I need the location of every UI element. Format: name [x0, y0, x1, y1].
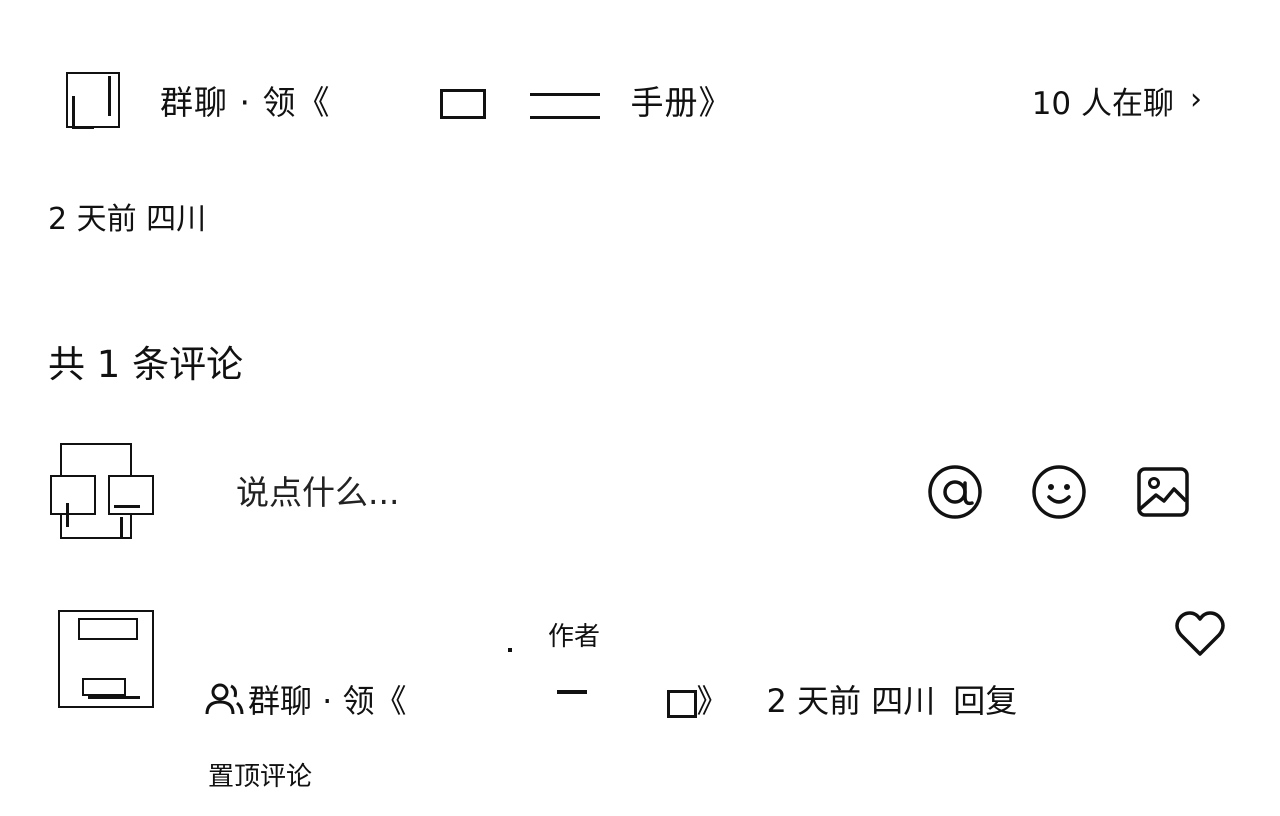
group-chat-title: 群聊 · 领《 手册》: [160, 76, 732, 124]
at-icon[interactable]: [926, 463, 984, 521]
commenter-avatar[interactable]: [48, 604, 156, 714]
comment-group-prefix[interactable]: 群聊 · 领《: [248, 676, 407, 722]
redacted-text: [330, 85, 631, 119]
group-title-suffix: 手册》: [630, 83, 733, 122]
group-chat-entry[interactable]: 群聊 · 领《 手册》 10 人在聊 ›: [52, 62, 1202, 138]
pinned-label: 置顶评论: [208, 762, 313, 792]
member-count[interactable]: 10 人在聊 ›: [1032, 78, 1202, 123]
comment-input-row: [48, 436, 1198, 548]
post-time-location: 2 天前 四川: [48, 202, 207, 237]
commenter-name[interactable]: [208, 614, 528, 652]
redacted-text: [406, 684, 697, 718]
comment-time-location: 2 天前 四川: [766, 682, 936, 720]
comment-tools: [926, 463, 1192, 521]
member-count-label: 10 人在聊: [1031, 85, 1174, 122]
user-icon: [204, 681, 244, 717]
comment-body: 群聊 · 领《 》 2 天前 四川 回复: [204, 676, 1017, 722]
comment-item: 作者 群聊 · 领《 》 2 天前 四川 回复 置顶评论: [48, 604, 1234, 804]
chevron-right-icon: ›: [1190, 82, 1202, 117]
image-icon[interactable]: [1134, 463, 1192, 521]
group-title-prefix: 群聊 · 领《: [160, 83, 331, 122]
reply-button[interactable]: 回复: [953, 676, 1017, 722]
smiley-icon[interactable]: [1030, 463, 1088, 521]
comment-count: 共 1 条评论: [48, 343, 244, 386]
group-avatar: [52, 62, 134, 138]
my-avatar: [48, 437, 156, 547]
author-tag: 作者: [548, 622, 601, 652]
comment-input[interactable]: [236, 472, 856, 512]
comment-group-suffix[interactable]: 》: [697, 676, 729, 722]
heart-icon[interactable]: [1174, 610, 1226, 658]
comments-page: 群聊 · 领《 手册》 10 人在聊 › 2 天前 四川 共 1 条评论 说点什…: [0, 0, 1280, 816]
